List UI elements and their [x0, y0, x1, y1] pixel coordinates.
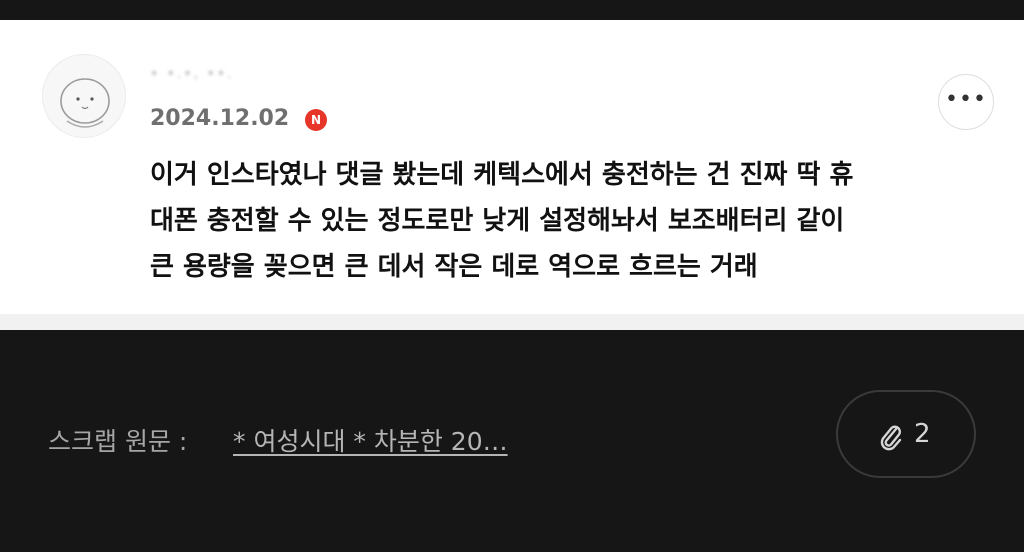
card-divider	[0, 314, 1024, 330]
platform-badge-icon: N	[305, 109, 327, 131]
attachment-button[interactable]: 2	[836, 390, 976, 478]
more-options-button[interactable]: •••	[938, 74, 994, 130]
comment-date: 2024.12.02	[150, 106, 290, 131]
more-options-icon: •••	[945, 87, 987, 112]
attachment-count: 2	[914, 419, 931, 449]
cartoon-character-icon	[60, 78, 110, 128]
comment-card: • •.•, ••. 2024.12.02 N ••• 이거 인스타였나 댓글 …	[0, 20, 1024, 314]
username[interactable]: • •.•, ••.	[150, 66, 270, 90]
page: • •.•, ••. 2024.12.02 N ••• 이거 인스타였나 댓글 …	[0, 0, 1024, 552]
comment-text: 이거 인스타였나 댓글 봤는데 케텍스에서 충전하는 건 진짜 딱 휴 대폰 충…	[150, 152, 990, 290]
scrap-source-label: 스크랩 원문 :	[48, 427, 188, 456]
scrap-source-link[interactable]: * 여성시대 * 차분한 20…	[233, 422, 587, 458]
paperclip-icon	[880, 425, 902, 451]
comment-line: 대폰 충전할 수 있는 정도로만 낮게 설정해놔서 보조배터리 같이	[150, 206, 845, 236]
comment-line: 큰 용량을 꽂으면 큰 데서 작은 데로 역으로 흐르는 거래	[150, 252, 758, 282]
avatar[interactable]	[42, 54, 126, 138]
comment-line: 이거 인스타였나 댓글 봤는데 케텍스에서 충전하는 건 진짜 딱 휴	[150, 160, 854, 190]
